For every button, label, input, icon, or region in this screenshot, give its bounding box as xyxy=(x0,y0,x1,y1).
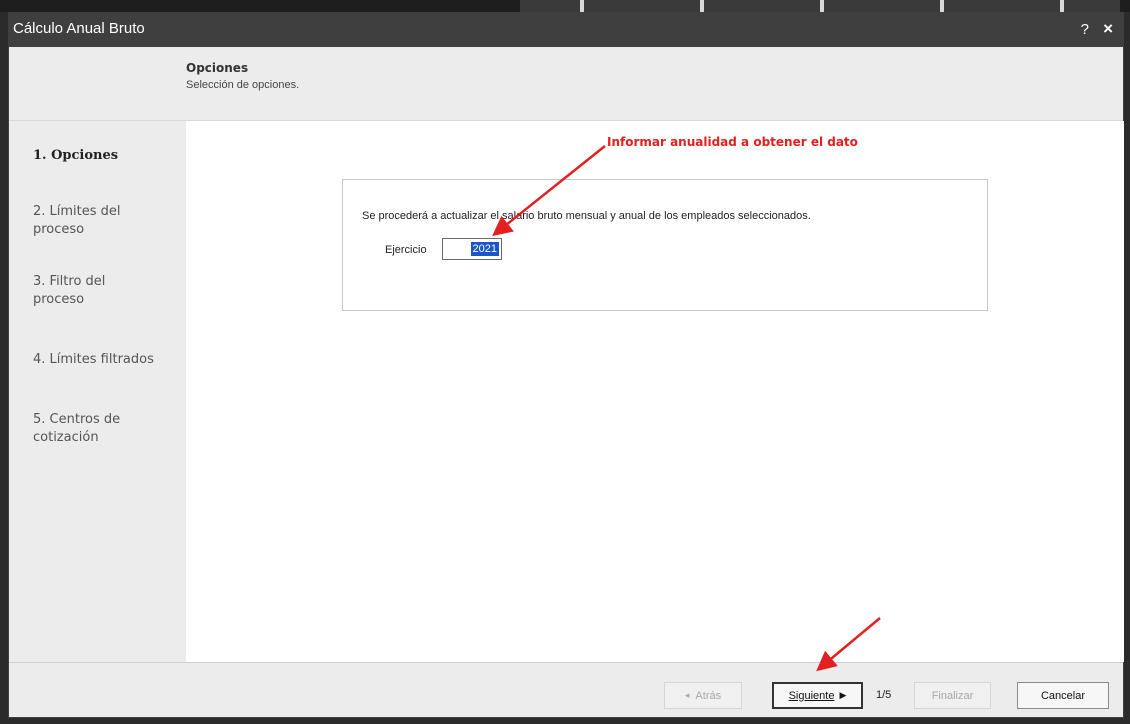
ejercicio-label: Ejercicio xyxy=(385,244,427,256)
back-button-label: Atrás xyxy=(695,689,722,702)
chevron-left-icon: ◂ xyxy=(684,690,690,700)
finish-button-label: Finalizar xyxy=(931,689,974,702)
chevron-right-icon: ▶ xyxy=(839,690,847,700)
step-item-limites-proceso[interactable]: 2. Límites del proceso xyxy=(33,203,153,239)
wizard-footer: ◂ Atrás Siguiente ▶ 1/5 Finalizar Cancel… xyxy=(9,663,1123,717)
cancel-button[interactable]: Cancelar xyxy=(1017,682,1109,709)
options-panel: Se procederá a actualizar el salario bru… xyxy=(342,179,988,311)
wizard-header: Opciones Selección de opciones. xyxy=(9,47,1123,121)
window-title: Cálculo Anual Bruto xyxy=(13,20,145,37)
step-subtitle: Selección de opciones. xyxy=(186,79,300,91)
step-item-opciones[interactable]: 1. Opciones xyxy=(33,147,183,165)
wizard-dialog: Cálculo Anual Bruto ? × Opciones Selecci… xyxy=(8,12,1124,718)
ejercicio-value[interactable]: 2021 xyxy=(470,242,499,256)
step-content: Informar anualidad a obtener el dato Se … xyxy=(186,121,1124,662)
close-icon[interactable]: × xyxy=(1103,19,1113,39)
back-button[interactable]: ◂ Atrás xyxy=(664,682,742,709)
steps-sidebar: 1. Opciones 2. Límites del proceso 3. Fi… xyxy=(9,121,186,662)
step-item-centros-cotizacion[interactable]: 5. Centros de cotización xyxy=(33,411,143,447)
annotation-label: Informar anualidad a obtener el dato xyxy=(607,135,858,149)
page-indicator: 1/5 xyxy=(876,689,892,701)
finish-button[interactable]: Finalizar xyxy=(914,682,991,709)
options-description: Se procederá a actualizar el salario bru… xyxy=(362,210,811,222)
background-toolbar xyxy=(520,0,1120,12)
title-bar: Cálculo Anual Bruto ? × xyxy=(9,13,1123,47)
step-item-limites-filtrados[interactable]: 4. Límites filtrados xyxy=(33,351,183,369)
step-item-filtro-proceso[interactable]: 3. Filtro del proceso xyxy=(33,273,133,309)
cancel-button-label: Cancelar xyxy=(1040,689,1086,702)
next-button[interactable]: Siguiente ▶ xyxy=(772,682,863,709)
ejercicio-input[interactable]: 2021 xyxy=(442,238,502,260)
background-window xyxy=(0,0,1130,12)
next-button-label: Siguiente xyxy=(788,689,835,702)
help-icon[interactable]: ? xyxy=(1081,21,1089,38)
step-title: Opciones xyxy=(186,61,249,75)
